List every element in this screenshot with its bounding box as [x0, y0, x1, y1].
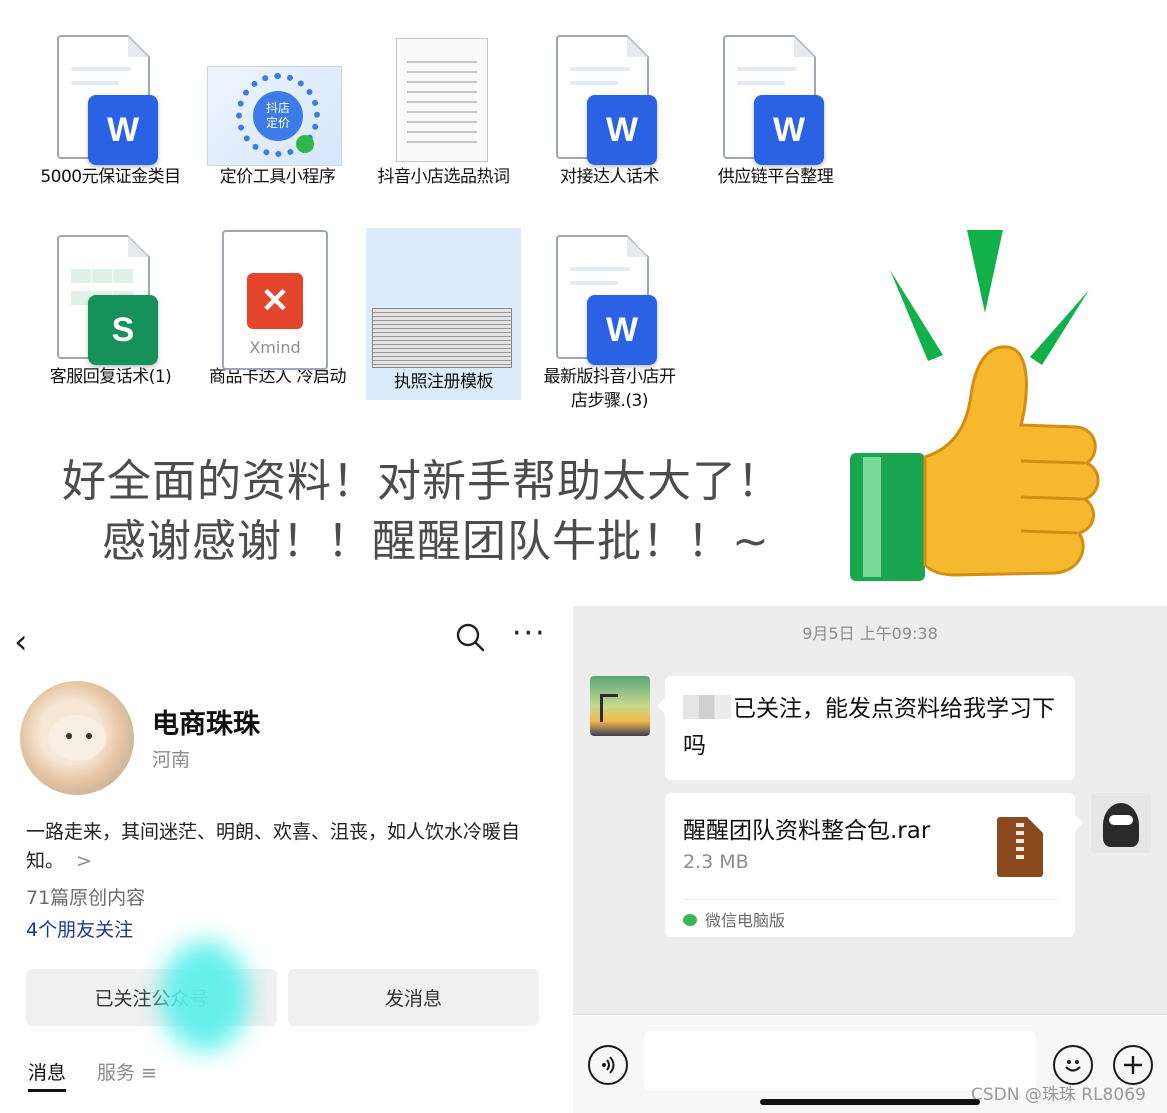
incoming-message-text: 已关注，能发点资料给我学习下吗 [683, 696, 1055, 759]
more-icon[interactable]: ··· [512, 616, 547, 651]
incoming-message-bubble[interactable]: 已关注，能发点资料给我学习下吗 [657, 676, 1075, 780]
tab-services[interactable]: 服务 ≡ [97, 1058, 157, 1085]
account-region: 河南 [152, 749, 191, 771]
file-label: 定价工具小程序 [219, 167, 336, 187]
account-bio[interactable]: 一路走来，其间迷茫、明朗、欢喜、沮丧，如人饮水冷暖自知。 > [26, 818, 551, 876]
text-doc-icon [396, 38, 488, 162]
watermark: CSDN @珠珠 RL8069 [971, 1085, 1146, 1105]
self-avatar[interactable] [1091, 793, 1151, 853]
file-label: 抖音小店选品热词 [377, 167, 511, 187]
plus-icon[interactable] [1113, 1045, 1153, 1085]
sender-avatar[interactable] [590, 676, 650, 736]
file-label: 5000元保证金类目 [40, 167, 181, 187]
emoji-icon[interactable] [1053, 1045, 1093, 1085]
avatar[interactable] [20, 681, 134, 795]
file-label: 对接达人话术 [560, 167, 660, 187]
file-label: 最新版抖音小店开店步骤.(3) [543, 367, 677, 411]
chevron-right-icon: > [76, 850, 92, 872]
xmind-icon: ✕ [247, 273, 303, 329]
divider [683, 899, 1057, 900]
bio-text: 一路走来，其间迷茫、明朗、欢喜、沮丧，如人饮水冷暖自知。 [26, 821, 521, 872]
search-icon[interactable] [455, 622, 485, 652]
official-account-profile: ‹ ··· 电商珠珠 河南 一路走来，其间迷茫、明朗、欢喜、沮丧，如人饮水冷暖自… [0, 606, 573, 1113]
mosaic-redaction [683, 695, 731, 719]
word-icon: W [754, 95, 824, 165]
back-icon[interactable]: ‹ [14, 622, 28, 662]
voice-icon[interactable] [588, 1045, 628, 1085]
file-source: 微信电脑版 [683, 907, 785, 931]
wechat-icon [683, 914, 697, 926]
file-grid: 5000元保证金类目 定价工具小程序 抖音小店选品热词 对接达人话术 供应链平台… [0, 0, 860, 430]
zip-archive-icon [997, 817, 1043, 877]
file-source-text: 微信电脑版 [705, 911, 786, 930]
word-icon: W [587, 95, 657, 165]
word-icon: W [587, 295, 657, 365]
file-message-card[interactable]: 醒醒团队资料整合包.rar 2.3 MB 微信电脑版 [665, 793, 1083, 937]
file-size: 2.3 MB [683, 851, 749, 873]
xmind-badge-text: Xmind [249, 338, 301, 357]
sheet-icon: S [88, 295, 158, 365]
file-label: 供应链平台整理 [717, 167, 834, 187]
account-name: 电商珠珠 [152, 709, 260, 740]
tab-messages[interactable]: 消息 [28, 1058, 67, 1092]
qr-center-text: 抖店 定价 [253, 91, 303, 141]
original-content-count[interactable]: 71篇原创内容 [26, 883, 145, 910]
praise-caption: 好全面的资料！对新手帮助太大了！ 感谢感谢！！醒醒团队牛批！！~ [62, 452, 842, 572]
send-message-button[interactable]: 发消息 [288, 969, 539, 1026]
blur-mask [160, 941, 250, 1051]
file-name: 醒醒团队资料整合包.rar [683, 818, 931, 844]
friends-following-link[interactable]: 4个朋友关注 [26, 915, 133, 942]
caption-line-2: 感谢感谢！！醒醒团队牛批！！~ [102, 516, 770, 567]
file-label: 客服回复话术(1) [49, 367, 172, 387]
chat-timestamp: 9月5日 上午09:38 [802, 624, 938, 643]
chat-panel: 9月5日 上午09:38 已关注，能发点资料给我学习下吗 醒醒团队资料整合包.r… [573, 606, 1167, 1113]
file-label: 执照注册模板 [394, 372, 494, 392]
thumbs-up-icon [850, 230, 1100, 581]
qr-image-icon: 抖店 定价 [207, 66, 342, 166]
caption-line-1: 好全面的资料！对新手帮助太大了！ [62, 456, 782, 507]
license-image-icon [372, 308, 512, 368]
home-indicator [760, 1099, 980, 1105]
word-icon: W [88, 95, 158, 165]
